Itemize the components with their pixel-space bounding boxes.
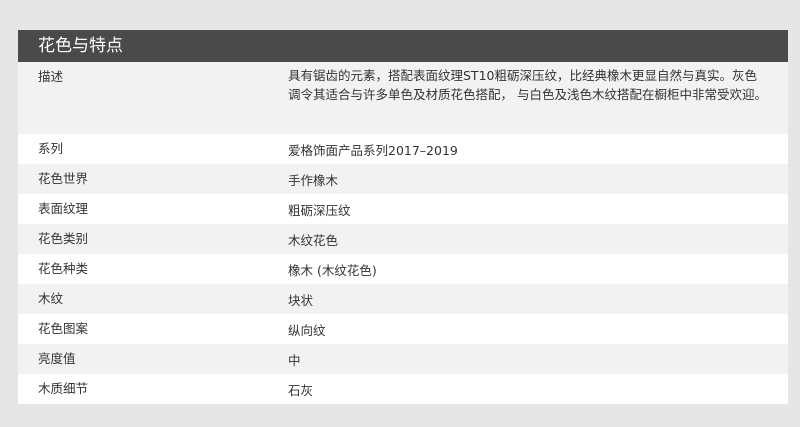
table-row-wood-detail: 木质细节 石灰 (18, 374, 788, 404)
row-value: 中 (288, 353, 301, 368)
table-row-series: 系列 爱格饰面产品系列2017–2019 (18, 134, 788, 164)
row-label: 亮度值 (38, 351, 76, 366)
table-row-brightness: 亮度值 中 (18, 344, 788, 374)
spec-table: 描述 具有锯齿的元素，搭配表面纹理ST10粗砺深压纹，比经典橡木更显自然与真实。… (18, 62, 788, 404)
row-label: 花色世界 (38, 171, 89, 186)
row-value: 粗砺深压纹 (288, 203, 351, 218)
table-row-color-type: 花色种类 橡木 (木纹花色) (18, 254, 788, 284)
row-label: 表面纹理 (38, 201, 89, 216)
row-value: 爱格饰面产品系列2017–2019 (288, 143, 458, 158)
row-value: 石灰 (288, 383, 314, 398)
row-value: 木纹花色 (288, 233, 339, 248)
row-label: 花色类别 (38, 231, 89, 246)
table-row-wood-grain: 木纹 块状 (18, 284, 788, 314)
row-value: 手作橡木 (288, 173, 339, 188)
table-row-pattern: 花色图案 纵向纹 (18, 314, 788, 344)
table-row-description: 描述 具有锯齿的元素，搭配表面纹理ST10粗砺深压纹，比经典橡木更显自然与真实。… (18, 62, 788, 134)
row-value: 橡木 (木纹花色) (288, 263, 377, 278)
table-row-surface-texture: 表面纹理 粗砺深压纹 (18, 194, 788, 224)
table-row-color-category: 花色类别 木纹花色 (18, 224, 788, 254)
row-label: 木纹 (38, 291, 64, 306)
panel-title: 花色与特点 (18, 30, 788, 62)
color-features-panel: 花色与特点 描述 具有锯齿的元素，搭配表面纹理ST10粗砺深压纹，比经典橡木更显… (18, 30, 788, 404)
row-label: 花色图案 (38, 321, 89, 336)
row-label: 花色种类 (38, 261, 89, 276)
row-value: 块状 (288, 293, 314, 308)
row-value: 具有锯齿的元素，搭配表面纹理ST10粗砺深压纹，比经典橡木更显自然与真实。灰色调… (288, 68, 767, 102)
table-row-color-world: 花色世界 手作橡木 (18, 164, 788, 194)
row-label: 木质细节 (38, 381, 89, 396)
row-label: 描述 (38, 69, 64, 84)
row-label: 系列 (38, 141, 64, 156)
row-value: 纵向纹 (288, 323, 326, 338)
